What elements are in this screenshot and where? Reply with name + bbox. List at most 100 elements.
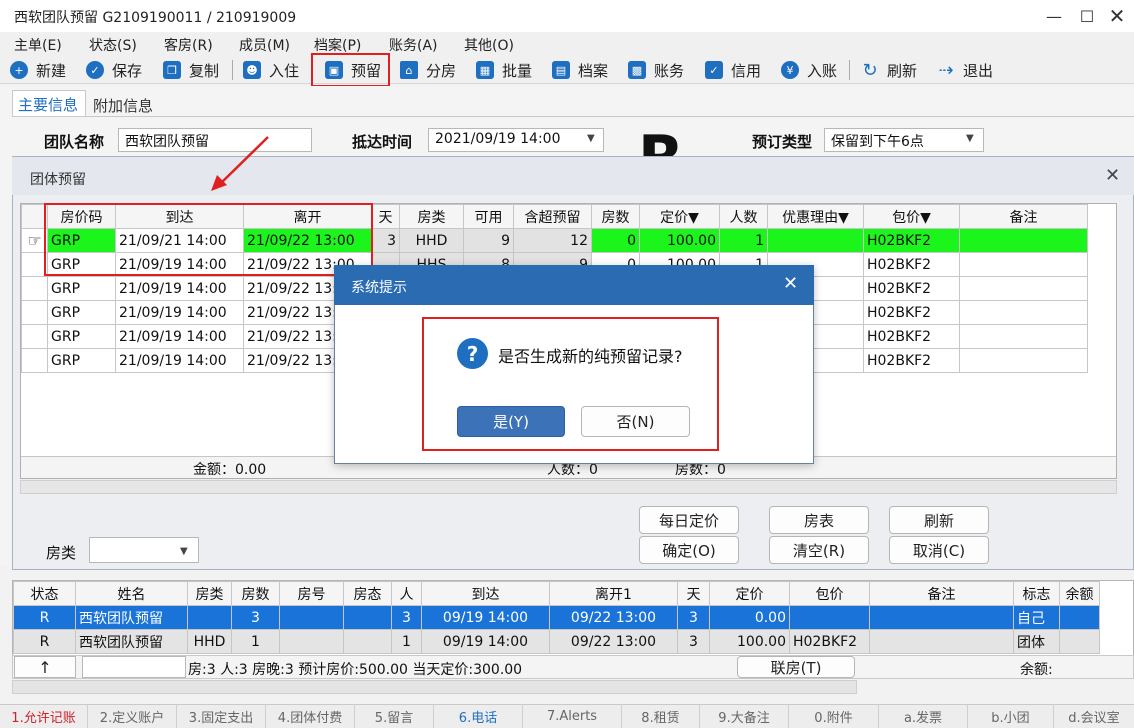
- tab-message[interactable]: 5.留言: [355, 704, 434, 728]
- save-button[interactable]: ✓ 保存: [86, 58, 142, 82]
- cancel-button[interactable]: 取消(C): [889, 536, 989, 564]
- menu-account[interactable]: 账务(A): [389, 35, 438, 55]
- table-cell[interactable]: 自己: [1013, 605, 1060, 630]
- minimize-icon[interactable]: —: [1040, 2, 1068, 30]
- table-cell[interactable]: 1: [231, 629, 280, 654]
- table-cell[interactable]: [1059, 605, 1100, 630]
- table-cell[interactable]: [279, 605, 344, 630]
- column-header[interactable]: 定价: [709, 581, 790, 606]
- menu-status[interactable]: 状态(S): [89, 35, 137, 55]
- column-header[interactable]: 房类: [399, 204, 464, 229]
- table-cell[interactable]: [343, 629, 392, 654]
- yes-button[interactable]: 是(Y): [457, 406, 565, 437]
- table-cell[interactable]: 3: [391, 605, 422, 630]
- clear-button[interactable]: 清空(R): [769, 536, 869, 564]
- column-header[interactable]: 包价▼: [863, 204, 960, 229]
- column-header[interactable]: 房态: [343, 581, 392, 606]
- menu-member[interactable]: 成员(M): [239, 35, 290, 55]
- table-cell[interactable]: H02BKF2: [863, 276, 960, 301]
- menu-other[interactable]: 其他(O): [464, 35, 514, 55]
- no-button[interactable]: 否(N): [581, 406, 690, 437]
- table-cell[interactable]: 100.00: [639, 228, 720, 253]
- table-cell[interactable]: 09/22 13:00: [549, 629, 678, 654]
- new-button[interactable]: + 新建: [10, 58, 66, 82]
- table-cell[interactable]: [959, 252, 1088, 277]
- column-header[interactable]: 到达: [421, 581, 550, 606]
- panel-refresh-button[interactable]: 刷新: [889, 506, 989, 534]
- reserve-button[interactable]: ▣ 预留: [311, 53, 390, 87]
- table-cell[interactable]: 1: [719, 228, 768, 253]
- menu-profile[interactable]: 档案(P): [314, 35, 361, 55]
- tab-attachment[interactable]: 0.附件: [789, 704, 879, 728]
- column-header[interactable]: 房数: [591, 204, 640, 229]
- table-cell[interactable]: GRP: [47, 324, 116, 349]
- table-cell[interactable]: [959, 300, 1088, 325]
- tab-phone[interactable]: 6.电话: [434, 704, 523, 728]
- arrival-field[interactable]: 2021/09/19 14:00: [428, 128, 604, 152]
- table-cell[interactable]: 12: [513, 228, 592, 253]
- table-cell[interactable]: 3: [231, 605, 280, 630]
- table-cell[interactable]: 09/22 13:00: [549, 605, 678, 630]
- account-button[interactable]: ▩ 账务: [628, 58, 684, 82]
- table-cell[interactable]: [869, 629, 1014, 654]
- table-cell[interactable]: GRP: [47, 300, 116, 325]
- table-cell[interactable]: H02BKF2: [863, 228, 960, 253]
- table-cell[interactable]: [789, 605, 870, 630]
- table-cell[interactable]: 21/09/19 14:00: [115, 300, 244, 325]
- table-cell[interactable]: 3: [371, 228, 400, 253]
- column-header[interactable]: 定价▼: [639, 204, 720, 229]
- exit-button[interactable]: ⇢ 退出: [937, 58, 993, 82]
- copy-button[interactable]: ❐ 复制: [163, 58, 219, 82]
- table-cell[interactable]: H02BKF2: [863, 300, 960, 325]
- batch-button[interactable]: ▦ 批量: [476, 58, 532, 82]
- column-header[interactable]: 包价: [789, 581, 870, 606]
- table-cell[interactable]: 3: [677, 605, 710, 630]
- table-cell[interactable]: R: [13, 605, 76, 630]
- table-cell[interactable]: 0.00: [709, 605, 790, 630]
- table-cell[interactable]: 西软团队预留: [75, 605, 188, 630]
- panel-close-icon[interactable]: ✕: [1105, 165, 1120, 186]
- table-cell[interactable]: 21/09/19 14:00: [115, 324, 244, 349]
- column-header[interactable]: 余额: [1059, 581, 1100, 606]
- tab-big-note[interactable]: 9.大备注: [700, 704, 789, 728]
- tab-invoice[interactable]: a.发票: [879, 704, 968, 728]
- table-cell[interactable]: H02BKF2: [863, 348, 960, 373]
- column-header[interactable]: 含超预留: [513, 204, 592, 229]
- table-cell[interactable]: [959, 324, 1088, 349]
- table-cell[interactable]: H02BKF2: [789, 629, 870, 654]
- column-header[interactable]: 人数: [719, 204, 768, 229]
- table-cell[interactable]: HHD: [187, 629, 232, 654]
- profile-button[interactable]: ▤ 档案: [552, 58, 608, 82]
- table-cell[interactable]: 9: [463, 228, 514, 253]
- table-cell[interactable]: [1059, 629, 1100, 654]
- refresh-button[interactable]: ↻ 刷新: [861, 58, 917, 82]
- column-header[interactable]: 标志: [1013, 581, 1060, 606]
- table-cell[interactable]: [187, 605, 232, 630]
- menu-room[interactable]: 客房(R): [164, 35, 213, 55]
- column-header[interactable]: 人: [391, 581, 422, 606]
- table-row[interactable]: R 西软团队预留 HHD 1 1 09/19 14:00 09/22 13:00…: [13, 629, 1100, 654]
- maximize-icon[interactable]: ☐: [1073, 2, 1101, 30]
- column-header[interactable]: 优惠理由▼: [767, 204, 864, 229]
- column-header[interactable]: 离开1: [549, 581, 678, 606]
- table-cell[interactable]: 09/19 14:00: [421, 605, 550, 630]
- close-icon[interactable]: ✕: [1103, 2, 1131, 30]
- column-header[interactable]: 可用: [463, 204, 514, 229]
- credit-button[interactable]: ✓ 信用: [705, 58, 761, 82]
- ok-button[interactable]: 确定(O): [639, 536, 739, 564]
- booking-type-select[interactable]: 保留到下午6点: [824, 128, 984, 152]
- table-cell[interactable]: 3: [677, 629, 710, 654]
- checkin-button[interactable]: ☻ 入住: [243, 58, 299, 82]
- table-cell[interactable]: R: [13, 629, 76, 654]
- tab-main-info[interactable]: 主要信息: [12, 90, 86, 116]
- post-button[interactable]: ¥ 入账: [781, 58, 837, 82]
- tab-meeting-room[interactable]: d.会议室: [1054, 704, 1134, 728]
- column-header[interactable]: 状态: [13, 581, 76, 606]
- tab-lease[interactable]: 8.租赁: [622, 704, 700, 728]
- table-cell[interactable]: [767, 228, 864, 253]
- tab-extra-info[interactable]: 附加信息: [93, 95, 153, 116]
- tab-group-pay[interactable]: 4.团体付费: [266, 704, 355, 728]
- table-cell[interactable]: GRP: [47, 276, 116, 301]
- table-row[interactable]: R 西软团队预留 3 3 09/19 14:00 09/22 13:00 3 0…: [13, 605, 1100, 630]
- bottom-scrollbar[interactable]: [12, 680, 857, 694]
